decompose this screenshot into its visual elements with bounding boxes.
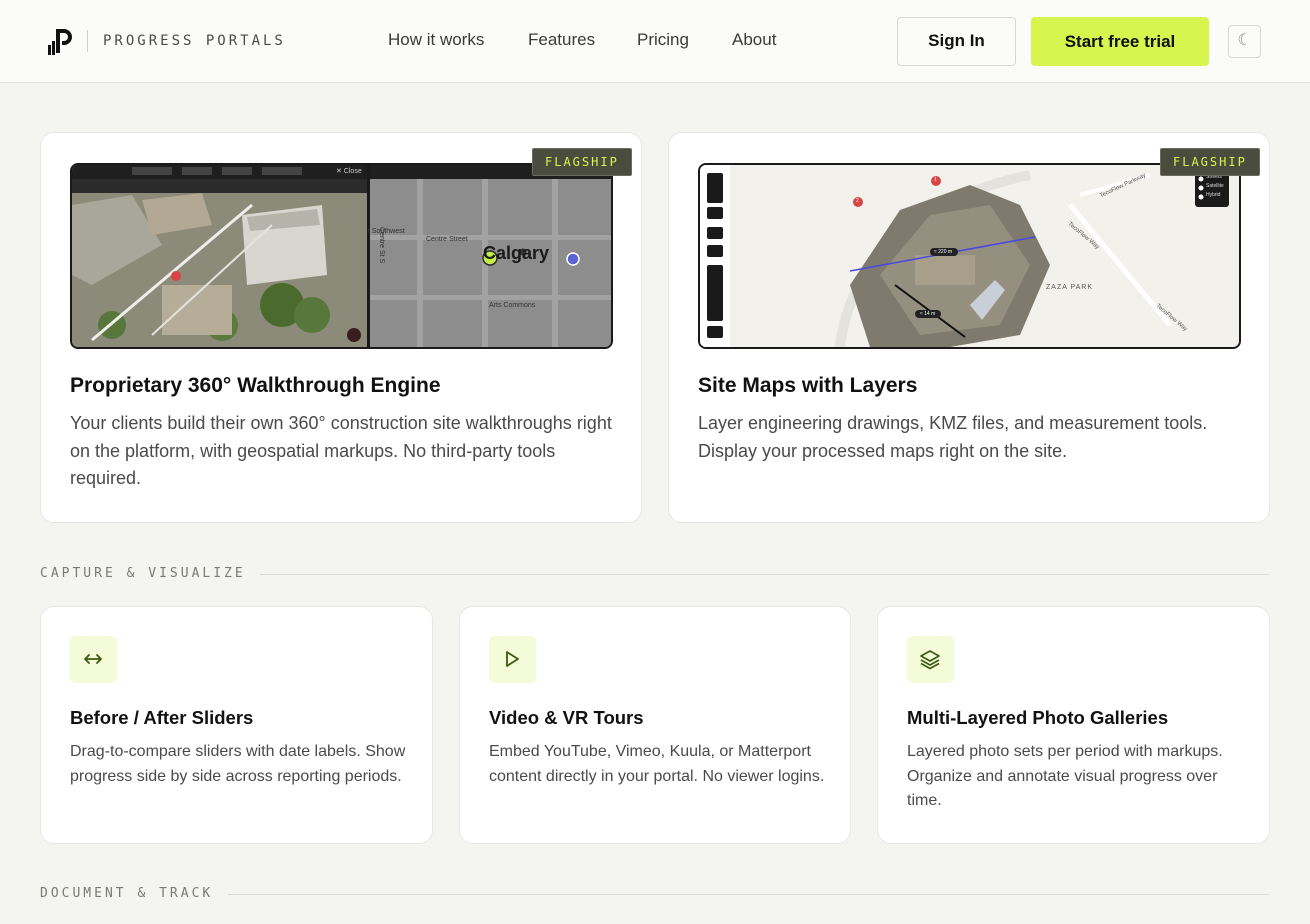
section-label-capture: CAPTURE & VISUALIZE bbox=[40, 566, 246, 581]
layer-option-satellite[interactable]: Satellite bbox=[1206, 183, 1224, 189]
map-city-label: Calgary bbox=[483, 243, 550, 263]
brand-name[interactable]: PROGRESS PORTALS bbox=[103, 33, 286, 49]
sign-in-button[interactable]: Sign In bbox=[897, 17, 1016, 66]
logo-icon[interactable] bbox=[48, 27, 74, 55]
map-marker-1[interactable]: 1 bbox=[934, 177, 937, 183]
card-description: Embed YouTube, Vimeo, Kuula, or Matterpo… bbox=[489, 743, 825, 785]
site-map-screenshot: ZAZA PARK TecoFlow Parkway TecoFlow Way … bbox=[698, 163, 1241, 349]
section-divider bbox=[260, 574, 1270, 575]
map-label-arts-commons: Arts Commons bbox=[489, 302, 536, 309]
card-description: Your clients build their own 360° constr… bbox=[70, 413, 612, 488]
map-marker-2[interactable]: 2 bbox=[856, 198, 859, 204]
icon-container bbox=[489, 636, 536, 683]
feature-card-site-maps: ZAZA PARK TecoFlow Parkway TecoFlow Way … bbox=[668, 132, 1270, 523]
feature-card-video-vr: Video & VR Tours Embed YouTube, Vimeo, K… bbox=[459, 606, 851, 844]
nav-how-it-works[interactable]: How it works bbox=[388, 30, 484, 50]
site-header: PROGRESS PORTALS How it works Features P… bbox=[0, 0, 1310, 83]
flagship-badge: FLAGSHIP bbox=[532, 148, 632, 176]
start-free-trial-button[interactable]: Start free trial bbox=[1031, 17, 1209, 66]
card-title: Proprietary 360° Walkthrough Engine bbox=[70, 374, 441, 397]
card-title: Multi-Layered Photo Galleries bbox=[907, 707, 1169, 728]
icon-container bbox=[70, 636, 117, 683]
map-label-centre-street: Centre Street bbox=[426, 236, 468, 243]
map-label-southwest: t Southwest bbox=[368, 228, 405, 235]
section-divider bbox=[228, 894, 1270, 895]
icon-container bbox=[907, 636, 954, 683]
card-title: Site Maps with Layers bbox=[698, 374, 918, 397]
arrows-horizontal-icon bbox=[84, 654, 102, 664]
feature-card-photo-galleries: Multi-Layered Photo Galleries Layered ph… bbox=[877, 606, 1270, 844]
map-label-park: ZAZA PARK bbox=[1046, 284, 1093, 291]
map-label-centre-st-s: Centre St S bbox=[378, 227, 385, 264]
card-title: Before / After Sliders bbox=[70, 707, 254, 728]
card-description: Layer engineering drawings, KMZ files, a… bbox=[698, 413, 1208, 461]
section-label-document: DOCUMENT & TRACK bbox=[40, 886, 214, 901]
flagship-badge: FLAGSHIP bbox=[1160, 148, 1260, 176]
logo-divider bbox=[87, 30, 88, 52]
feature-card-walkthrough: Calgary t Southwest Centre Street Centre… bbox=[40, 132, 642, 523]
measure-label-2: ≈ 14 m bbox=[920, 311, 936, 317]
site-map-preview-image bbox=[700, 165, 1239, 347]
layers-icon bbox=[920, 650, 940, 670]
measure-label-1: ≈ 220 m bbox=[934, 249, 953, 255]
moon-icon: ☾ bbox=[1237, 32, 1252, 49]
layer-option-hybrid[interactable]: Hybrid bbox=[1206, 192, 1220, 198]
card-description: Layered photo sets per period with marku… bbox=[907, 743, 1223, 809]
viewer-close-button[interactable]: ✕ Close bbox=[336, 167, 362, 175]
theme-toggle-button[interactable]: ☾ bbox=[1228, 25, 1261, 58]
card-title: Video & VR Tours bbox=[489, 707, 644, 728]
nav-pricing[interactable]: Pricing bbox=[637, 30, 689, 50]
nav-about[interactable]: About bbox=[732, 30, 776, 50]
walkthrough-screenshot: Calgary t Southwest Centre Street Centre… bbox=[70, 163, 613, 349]
nav-features[interactable]: Features bbox=[528, 30, 595, 50]
card-description: Drag-to-compare sliders with date labels… bbox=[70, 743, 406, 785]
feature-card-before-after: Before / After Sliders Drag-to-compare s… bbox=[40, 606, 433, 844]
play-icon bbox=[506, 651, 519, 667]
